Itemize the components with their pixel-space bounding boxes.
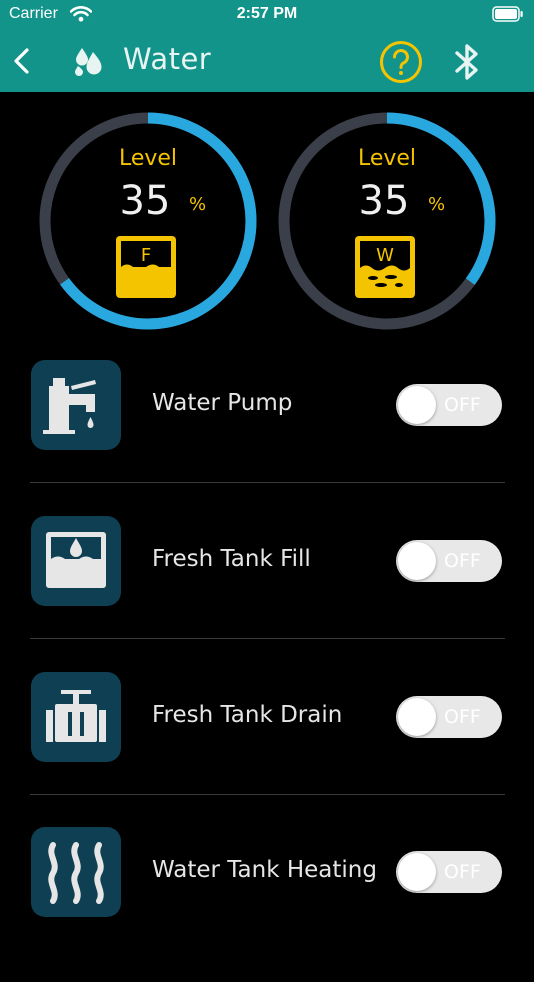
status-bar: Carrier 2:57 PM: [0, 0, 534, 30]
level-label: Level: [357, 146, 417, 171]
divider: [30, 482, 505, 483]
waste-tank-icon: W: [355, 236, 415, 302]
divider: [30, 638, 505, 639]
tank-letter: F: [141, 245, 151, 266]
control-row-fresh-tank-drain: Fresh Tank Drain OFF: [0, 672, 534, 827]
tank-fill-icon: [31, 516, 121, 606]
fresh-tank-drain-toggle[interactable]: OFF: [396, 696, 502, 738]
heating-icon: [31, 827, 121, 917]
toggle-state: OFF: [444, 394, 481, 416]
toggle-knob: [398, 698, 436, 736]
level-label: Level: [118, 146, 178, 171]
water-pump-toggle[interactable]: OFF: [396, 384, 502, 426]
divider: [30, 794, 505, 795]
toggle-knob: [398, 386, 436, 424]
control-label: Fresh Tank Fill: [152, 546, 311, 572]
tank-letter: W: [376, 245, 394, 266]
level-value: 35: [119, 178, 171, 224]
waste-tank-gauge: Level 35 % W: [278, 112, 496, 330]
level-unit: %: [189, 194, 207, 215]
nav-bar: Water: [0, 30, 534, 92]
question-icon: [380, 41, 422, 83]
back-button[interactable]: [10, 46, 34, 80]
faucet-icon: [31, 360, 121, 450]
help-button[interactable]: [379, 40, 423, 88]
battery-icon: [492, 6, 524, 27]
toggle-knob: [398, 853, 436, 891]
control-label: Water Tank Heating: [152, 857, 377, 883]
control-row-fresh-tank-fill: Fresh Tank Fill OFF: [0, 516, 534, 671]
level-value: 35: [358, 178, 410, 224]
control-row-water-pump: Water Pump OFF: [0, 360, 534, 515]
control-row-water-tank-heating: Water Tank Heating OFF: [0, 827, 534, 982]
fresh-tank-fill-toggle[interactable]: OFF: [396, 540, 502, 582]
tank-drain-icon: [31, 672, 121, 762]
toggle-state: OFF: [444, 706, 481, 728]
level-unit: %: [428, 194, 446, 215]
water-tank-heating-toggle[interactable]: OFF: [396, 851, 502, 893]
bluetooth-button[interactable]: [452, 41, 482, 87]
clock: 2:57 PM: [236, 5, 298, 22]
page-title: Water: [123, 42, 212, 76]
control-label: Water Pump: [152, 390, 293, 416]
bluetooth-icon: [455, 44, 478, 80]
chevron-left-icon: [14, 48, 29, 74]
toggle-state: OFF: [444, 861, 481, 883]
fresh-tank-icon: F: [116, 236, 176, 302]
fresh-tank-gauge: Level 35 % F: [39, 112, 257, 330]
toggle-state: OFF: [444, 550, 481, 572]
control-label: Fresh Tank Drain: [152, 702, 343, 728]
water-drops-icon: [70, 46, 106, 82]
toggle-knob: [398, 542, 436, 580]
